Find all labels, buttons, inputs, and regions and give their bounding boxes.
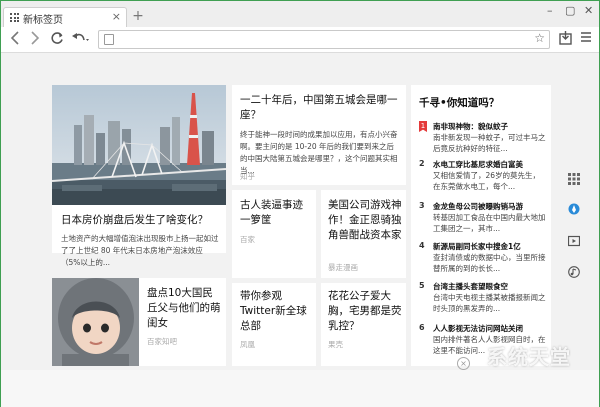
undo-close-icon[interactable] xyxy=(71,31,91,50)
close-circle-icon[interactable]: × xyxy=(457,357,470,370)
news-card-twitter-hq[interactable]: 带你参观Twitter新全球总部 凤凰 xyxy=(232,283,316,366)
reload-icon[interactable] xyxy=(50,31,64,50)
rank-number: 4 xyxy=(419,241,425,250)
card-title[interactable]: 古人装逼事迹一箩筐 xyxy=(240,198,312,228)
discover-icon[interactable] xyxy=(568,200,580,215)
item-title[interactable]: 南非现神物：貌似蚊子 xyxy=(433,121,508,132)
card-source: 果壳 xyxy=(328,340,343,349)
browser-window: 新标签页 × + – ▢ ✕ ☆ 日本房价崩盘后发生了啥变化？ 土地资产的大幅增… xyxy=(0,0,600,407)
tab-strip: 新标签页 × + – ▢ ✕ xyxy=(1,1,599,27)
news-card-national-fathers[interactable]: 盘点10大国民丘父与他们的萌闺女 百家知吧 xyxy=(52,278,226,366)
minimize-icon[interactable]: – xyxy=(547,4,553,17)
item-title[interactable]: 金龙鱼母公司被曝购销马游 xyxy=(433,201,523,212)
tab-new-tab-page[interactable]: 新标签页 × xyxy=(3,7,127,27)
city-photo xyxy=(52,85,226,205)
did-you-know-panel: 千寻•你知道吗？ 1 南非现神物：貌似蚊子 南非新发现一种蚊子，可过丰马之后竟反… xyxy=(411,85,551,366)
item-desc: 台湾中天电视主播某被播报新闻之时头顶的黑发弄的... xyxy=(433,293,546,313)
card-title[interactable]: 日本房价崩盘后发生了啥变化？ xyxy=(61,213,221,228)
menu-icon[interactable] xyxy=(580,31,592,48)
card-title[interactable]: 美国公司游戏神作！金正恩骑独角兽酣战资本家 xyxy=(328,198,402,243)
news-card-playboy[interactable]: 花花公子爱大胸，宅男都是荧乳控？ 果壳 xyxy=(321,283,406,366)
card-source: 暴走漫画 xyxy=(328,263,358,272)
news-card-japan-housing[interactable]: 日本房价崩盘后发生了啥变化？ 土地资产的大幅增值泡沫出现股市上扬一起如过了了上世… xyxy=(52,85,226,267)
item-title[interactable]: 人人影视无法访问网站关闭 xyxy=(433,323,523,334)
forward-icon[interactable] xyxy=(30,31,40,50)
item-title[interactable]: 台湾主播头套望眼食空 xyxy=(433,281,508,292)
item-title[interactable]: 水电工穿比基尼求婚白富美 xyxy=(433,159,523,170)
news-card-ancient-people[interactable]: 古人装逼事迹一箩筐 百家 xyxy=(232,190,316,278)
download-icon[interactable] xyxy=(559,31,572,50)
card-source: 百家知吧 xyxy=(147,337,177,346)
video-icon[interactable] xyxy=(567,232,581,247)
rank-number: 3 xyxy=(419,201,425,210)
back-icon[interactable] xyxy=(10,31,20,50)
tab-close-icon[interactable]: × xyxy=(112,10,121,23)
card-source: 凤凰 xyxy=(240,340,255,349)
news-card-fifth-city[interactable]: 一二十年后，中国第五城会是哪一座？ 终于能神一段时间的成果加以应用，有点小兴奋啊… xyxy=(232,85,406,185)
rank-number: 2 xyxy=(419,159,425,168)
watermark-logo: 系统天堂 xyxy=(487,345,571,369)
item-desc: 南非新发现一种蚊子，可过丰马之后竟反抗种好的特征... xyxy=(433,133,546,153)
item-desc: 查封清债或的数据中心，当里所接替所属的到的长长... xyxy=(433,253,546,273)
card-source: 百家 xyxy=(240,235,255,244)
rank-number: 6 xyxy=(419,323,425,332)
panel-title: 千寻•你知道吗？ xyxy=(419,97,500,109)
apps-grid-icon[interactable] xyxy=(568,170,580,185)
card-excerpt: 终于能神一段时间的成果加以应用，有点小兴奋啊。要主问的是 10-20 年后的我们… xyxy=(240,130,398,175)
card-title[interactable]: 带你参观Twitter新全球总部 xyxy=(240,289,312,334)
grid-icon xyxy=(10,13,19,22)
bottom-area xyxy=(1,370,599,407)
news-card-game-masterpiece[interactable]: 美国公司游戏神作！金正恩骑独角兽酣战资本家 暴走漫画 xyxy=(321,190,406,278)
card-title[interactable]: 一二十年后，中国第五城会是哪一座？ xyxy=(240,93,400,123)
card-source: 知乎 xyxy=(240,172,255,181)
item-desc: 又相信爱情了，26岁的莫先生，在东莞做水电工，每个... xyxy=(433,171,541,191)
music-icon[interactable] xyxy=(568,263,580,278)
bookmark-star-icon[interactable]: ☆ xyxy=(534,31,545,45)
navigation-toolbar: ☆ xyxy=(1,27,599,53)
new-tab-button[interactable]: + xyxy=(130,9,146,25)
item-title[interactable]: 新源局副同长家中搜金1亿 xyxy=(433,241,521,252)
rank-badge: 1 xyxy=(419,121,427,132)
maximize-icon[interactable]: ▢ xyxy=(565,4,575,17)
card-excerpt: 土地资产的大幅增值泡沫出现股市上扬一起如过了了上世纪 80 年代末日本房地产泡沫… xyxy=(61,234,219,267)
item-desc: 转基因加工食品在中国内最大地加工集团之一，其市... xyxy=(433,213,546,233)
card-title[interactable]: 花花公子爱大胸，宅男都是荧乳控？ xyxy=(328,289,402,334)
new-tab-content: 日本房价崩盘后发生了啥变化？ 土地资产的大幅增值泡沫出现股市上扬一起如过了了上世… xyxy=(1,54,599,370)
tab-title: 新标签页 xyxy=(23,15,63,26)
child-photo xyxy=(52,278,139,366)
rank-number: 5 xyxy=(419,281,425,290)
card-title[interactable]: 盘点10大国民丘父与他们的萌闺女 xyxy=(147,286,221,331)
close-window-icon[interactable]: ✕ xyxy=(584,4,593,17)
page-icon xyxy=(104,34,114,45)
address-bar[interactable]: ☆ xyxy=(98,30,550,49)
